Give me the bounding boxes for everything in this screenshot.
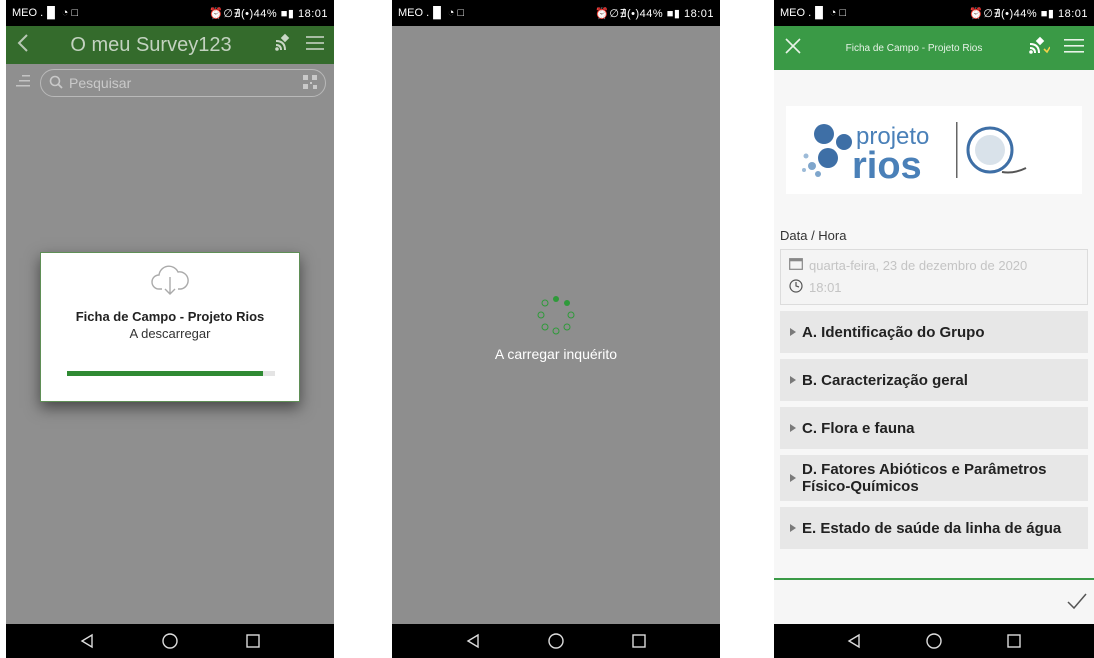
dialog-status: A descarregar [129, 326, 211, 341]
loading-spinner-icon [535, 294, 577, 336]
nav-home-icon[interactable] [159, 630, 181, 652]
sort-icon[interactable] [14, 72, 32, 94]
nav-recents-icon[interactable] [1003, 630, 1025, 652]
form-header: Ficha de Campo - Projeto Rios [774, 26, 1094, 70]
download-dialog: Ficha de Campo - Projeto Rios A descarre… [40, 252, 300, 402]
system-nav-bar [774, 624, 1094, 658]
phone-screen-survey-form: MEO .▐▌ ◔ □ ⏰∅∄(•)44% ■▮ 18:01 Ficha de … [774, 0, 1094, 658]
cloud-download-icon [150, 263, 190, 301]
nav-recents-icon[interactable] [242, 630, 264, 652]
download-progress-bar [67, 371, 275, 376]
back-icon[interactable] [16, 33, 30, 57]
phone-screen-loading: MEO .▐▌ ◔ □ ⏰∅∄(•)44% ■▮ 18:01 A carrega… [392, 0, 720, 658]
group-c-flora-fauna[interactable]: C. Flora e fauna [780, 407, 1088, 449]
progress-fill [67, 371, 263, 376]
date-value: quarta-feira, 23 de dezembro de 2020 [809, 257, 1028, 273]
expand-icon [790, 328, 796, 336]
group-label: C. Flora e fauna [802, 419, 915, 437]
time-value: 18:01 [809, 279, 842, 295]
expand-icon [790, 474, 796, 482]
expand-icon [790, 524, 796, 532]
loading-screen: A carregar inquérito [392, 26, 720, 624]
qr-code-icon[interactable] [303, 74, 317, 92]
loading-text: A carregar inquérito [494, 346, 618, 362]
system-nav-bar [392, 624, 720, 658]
search-placeholder: Pesquisar [69, 75, 132, 91]
close-icon[interactable] [784, 37, 802, 59]
nav-back-icon[interactable] [76, 630, 98, 652]
projeto-rios-logo: projeto rios [786, 106, 1082, 194]
group-e-estado-saude[interactable]: E. Estado de saúde da linha de água [780, 507, 1088, 549]
group-d-fatores-abioticos[interactable]: D. Fatores Abióticos e Parâmetros Físico… [780, 455, 1088, 501]
group-a-identificacao[interactable]: A. Identificação do Grupo [780, 311, 1088, 353]
form-title: Ficha de Campo - Projeto Rios [845, 42, 983, 54]
status-bar-right: ⏰∅∄(•)44% ■▮ 18:01 [595, 7, 714, 20]
system-nav-bar [6, 624, 334, 658]
check-icon[interactable] [1066, 592, 1088, 614]
gps-icon[interactable] [272, 32, 294, 58]
app-screen: O meu Survey123 Pesquisar Ficha de Campo… [6, 26, 334, 624]
group-b-caracterizacao[interactable]: B. Caracterização geral [780, 359, 1088, 401]
expand-icon [790, 376, 796, 384]
search-icon [49, 75, 63, 92]
expand-icon [790, 424, 796, 432]
date-time-label: Data / Hora [780, 228, 847, 243]
nav-home-icon[interactable] [923, 630, 945, 652]
form-screen: Ficha de Campo - Projeto Rios projeto ri… [774, 26, 1094, 624]
group-label: D. Fatores Abióticos e Parâmetros Físico… [802, 461, 1047, 495]
status-bar: MEO .▐▌ ◔ □ ⏰∅∄(•)44% ■▮ 18:01 [774, 0, 1094, 26]
status-bar-right: ⏰∅∄(•)44% ■▮ 18:01 [969, 7, 1088, 20]
nav-home-icon[interactable] [545, 630, 567, 652]
menu-icon[interactable] [306, 35, 324, 55]
status-bar-right: ⏰∅∄(•)44% ■▮ 18:01 [209, 7, 328, 20]
status-bar-left: MEO .▐▌ ◔ □ [780, 7, 847, 19]
nav-back-icon[interactable] [843, 630, 865, 652]
dialog-title: Ficha de Campo - Projeto Rios [75, 309, 265, 324]
form-footer [774, 578, 1094, 624]
status-bar-left: MEO .▐▌ ◔ □ [12, 7, 79, 19]
group-label: B. Caracterização geral [802, 371, 968, 389]
nav-back-icon[interactable] [462, 630, 484, 652]
page-title: O meu Survey123 [70, 33, 232, 56]
date-time-field[interactable]: quarta-feira, 23 de dezembro de 2020 18:… [780, 249, 1088, 305]
svg-text:rios: rios [852, 145, 922, 187]
form-groups: A. Identificação do Grupo B. Caracteriza… [774, 311, 1094, 549]
gps-icon[interactable] [1026, 35, 1051, 61]
nav-recents-icon[interactable] [628, 630, 650, 652]
clock-icon [789, 278, 803, 296]
status-bar-left: MEO .▐▌ ◔ □ [398, 7, 465, 19]
phone-screen-survey-list: MEO .▐▌ ◔ □ ⏰∅∄(•)44% ■▮ 18:01 O meu Sur… [6, 0, 334, 658]
menu-icon[interactable] [1064, 38, 1084, 58]
group-label: E. Estado de saúde da linha de água [802, 519, 1062, 537]
group-label: A. Identificação do Grupo [802, 323, 985, 341]
search-row: Pesquisar [6, 64, 334, 102]
search-input[interactable]: Pesquisar [40, 69, 326, 97]
app-header: O meu Survey123 [6, 26, 334, 64]
calendar-icon [789, 257, 803, 273]
status-bar: MEO .▐▌ ◔ □ ⏰∅∄(•)44% ■▮ 18:01 [392, 0, 720, 26]
status-bar: MEO .▐▌ ◔ □ ⏰∅∄(•)44% ■▮ 18:01 [6, 0, 334, 26]
